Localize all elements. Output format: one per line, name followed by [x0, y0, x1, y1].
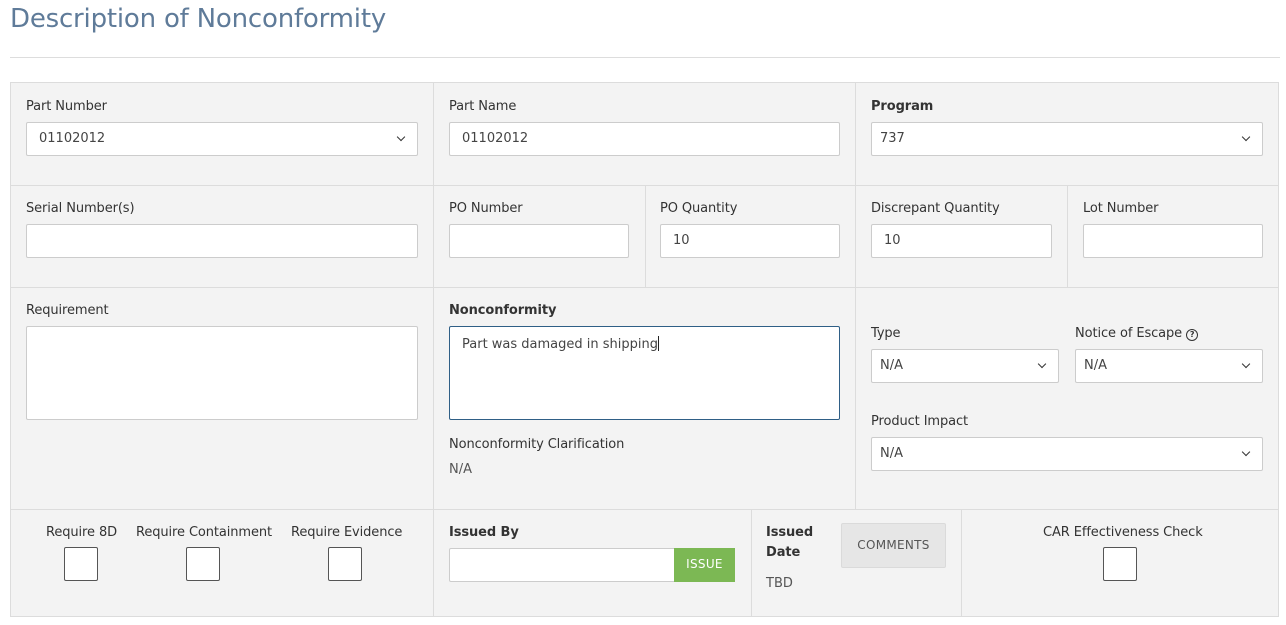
column-divider	[645, 185, 646, 287]
program-label: Program	[871, 99, 934, 114]
require-evidence-checkbox[interactable]	[328, 547, 362, 581]
title-divider	[10, 57, 1280, 58]
require-containment-label: Require Containment	[136, 525, 273, 540]
row-divider	[11, 287, 1278, 288]
product-impact-label: Product Impact	[871, 414, 969, 429]
po-number-label: PO Number	[449, 201, 523, 216]
column-divider	[961, 509, 962, 616]
lot-number-label: Lot Number	[1083, 201, 1159, 216]
issued-by-label: Issued By	[449, 525, 519, 540]
require-containment-checkbox[interactable]	[186, 547, 220, 581]
help-circle-icon[interactable]: ?	[1186, 329, 1199, 341]
part-number-value: 01102012	[39, 131, 106, 146]
car-effectiveness-label: CAR Effectiveness Check	[1043, 525, 1203, 540]
notice-of-escape-text: Notice of Escape	[1075, 326, 1183, 341]
row-divider	[11, 509, 1278, 510]
nonconformity-textarea[interactable]: Part was damaged in shipping	[449, 326, 840, 420]
po-quantity-input[interactable]: 10	[660, 224, 840, 258]
discrepant-quantity-label: Discrepant Quantity	[871, 201, 1000, 216]
part-name-label: Part Name	[449, 99, 517, 114]
part-name-input[interactable]: 01102012	[449, 122, 840, 156]
require-8d-checkbox[interactable]	[64, 547, 98, 581]
product-impact-value: N/A	[880, 446, 903, 461]
serial-numbers-input[interactable]	[26, 224, 418, 258]
type-select[interactable]: N/A	[871, 349, 1059, 383]
require-8d-label: Require 8D	[46, 525, 118, 540]
issued-date-label-line1: Issued	[766, 525, 814, 540]
car-effectiveness-checkbox[interactable]	[1103, 547, 1137, 581]
clarification-label: Nonconformity Clarification	[449, 437, 625, 452]
po-quantity-label: PO Quantity	[660, 201, 738, 216]
program-value: 737	[880, 131, 905, 146]
part-number-select[interactable]: 01102012	[26, 122, 418, 156]
lot-number-input[interactable]	[1083, 224, 1263, 258]
column-divider	[751, 509, 752, 616]
column-divider	[855, 83, 856, 509]
comments-button[interactable]: COMMENTS	[841, 523, 946, 568]
serial-numbers-label: Serial Number(s)	[26, 201, 135, 216]
program-select[interactable]: 737	[871, 122, 1263, 156]
requirement-label: Requirement	[26, 303, 109, 318]
clarification-value: N/A	[449, 462, 472, 477]
part-number-label: Part Number	[26, 99, 107, 114]
text-caret	[658, 336, 659, 351]
require-evidence-label: Require Evidence	[291, 525, 403, 540]
nonconformity-label: Nonconformity	[449, 303, 557, 318]
column-divider	[1067, 185, 1068, 287]
type-label: Type	[871, 326, 901, 341]
discrepant-quantity-input[interactable]: 10	[871, 224, 1052, 258]
column-divider	[433, 83, 434, 616]
notice-of-escape-select[interactable]: N/A	[1075, 349, 1263, 383]
requirement-textarea[interactable]	[26, 326, 418, 420]
discrepant-quantity-value: 10	[884, 233, 901, 248]
notice-of-escape-value: N/A	[1084, 358, 1107, 373]
issued-date-value: TBD	[766, 576, 793, 591]
nonconformity-value: Part was damaged in shipping	[462, 337, 658, 352]
page-title: Description of Nonconformity	[10, 4, 387, 34]
type-value: N/A	[880, 358, 903, 373]
issued-by-input[interactable]	[449, 548, 675, 582]
po-number-input[interactable]	[449, 224, 629, 258]
product-impact-select[interactable]: N/A	[871, 437, 1263, 471]
part-name-value: 01102012	[462, 131, 529, 146]
po-quantity-value: 10	[673, 233, 690, 248]
notice-of-escape-label: Notice of Escape?	[1075, 326, 1199, 341]
issue-button[interactable]: ISSUE	[674, 548, 735, 582]
issued-date-label-line2: Date	[766, 545, 801, 560]
